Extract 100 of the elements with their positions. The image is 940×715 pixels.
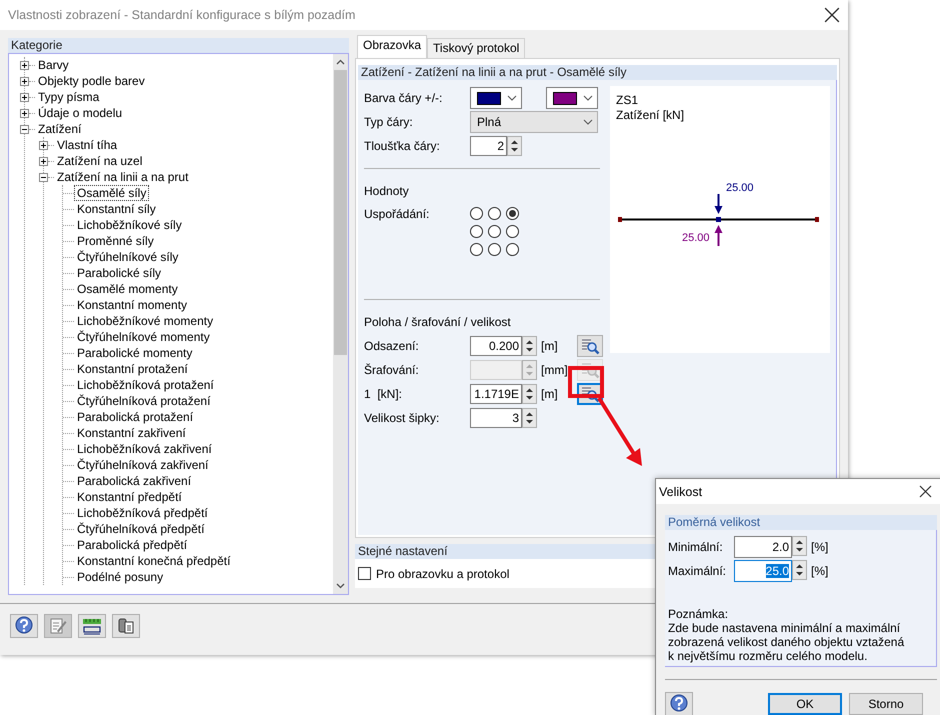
tree-item[interactable]: Čtyřúhelníkové momenty [74,329,213,345]
tree-item[interactable]: Konstantní konečná předpětí [74,553,234,569]
field-label: Uspořádání: [364,207,430,221]
radio-button[interactable] [488,207,501,220]
tree-item[interactable]: Zatížení na uzel [54,153,146,169]
expand-icon[interactable] [20,60,29,70]
tree-item[interactable]: Čtyřúhelníková protažení [74,393,214,409]
expand-icon[interactable] [20,92,29,102]
spin-buttons[interactable] [507,136,522,156]
tree-item[interactable]: Parabolické síly [74,265,164,281]
tree-item[interactable]: Čtyřúhelníkové síly [74,249,182,265]
field-label: Šrafování: [364,363,420,377]
tree-item[interactable]: Lichoběžníkové síly [74,217,185,233]
spinner-field[interactable]: 25.0 [734,560,792,582]
tree-item[interactable]: Konstantní zakřivení [74,425,189,441]
toolbar-button[interactable] [78,614,106,638]
ruler-icon [81,616,103,636]
tree-item[interactable]: Čtyřúhelníková předpětí [74,521,208,537]
expand-icon[interactable] [20,108,29,118]
radio-button[interactable] [488,225,501,238]
radio-button[interactable] [470,243,483,256]
tree-item[interactable]: Údaje o modelu [35,105,126,121]
checkbox[interactable] [358,567,371,580]
tab[interactable]: Tiskový protokol [427,38,526,58]
expand-icon[interactable] [39,156,48,166]
tree-item[interactable]: Konstantní momenty [74,297,190,313]
scroll-down-icon[interactable] [336,583,345,589]
radio-button[interactable] [506,225,519,238]
tree-item[interactable]: Typy písma [35,89,102,105]
tree-item[interactable]: Konstantní síly [74,201,159,217]
spinner-field[interactable]: 2 [470,136,507,156]
field-label: 1 [kN]: [364,387,404,401]
tree-item[interactable]: Čtyřúhelníková zakřivení [74,457,212,473]
load-value: 25.00 [682,232,710,244]
toolbar-button[interactable] [112,614,140,638]
tree-item[interactable]: Zatížení na linii a na prut [54,169,192,185]
magnifier-icon [580,361,600,379]
unit-label: [m] [540,339,559,353]
radio-button[interactable] [470,225,483,238]
tree-item[interactable]: Lichoběžníková protažení [74,377,217,393]
note-title: Poznámka: [668,607,730,621]
spin-buttons[interactable] [522,336,537,356]
close-icon[interactable] [824,7,840,23]
dialog-button[interactable]: Storno [849,693,923,715]
field-label: Barva čáry +/-: [364,91,444,105]
unit-label: [mm] [540,363,569,377]
tree-item[interactable]: Objekty podle barev [35,73,148,89]
collapse-icon[interactable] [39,172,48,182]
color-dropdown[interactable] [546,87,598,109]
tab[interactable]: Obrazovka [357,35,428,58]
expand-icon[interactable] [20,76,29,86]
color-dropdown[interactable] [470,87,522,109]
tree-item[interactable]: Lichoběžníková zakřivení [74,441,215,457]
radio-button[interactable] [506,207,519,220]
radio-button[interactable] [488,243,501,256]
spin-buttons[interactable] [792,536,807,556]
spin-buttons[interactable] [792,560,807,580]
tree-item[interactable]: Podélné posuny [74,569,166,585]
spinner-field[interactable]: 3 [470,408,522,428]
tree-item[interactable]: Proměnné síly [74,233,157,249]
radio-button[interactable] [506,243,519,256]
tree-item[interactable]: Lichoběžníková předpětí [74,505,211,521]
dialog-title: Velikost [659,484,702,498]
window-title: Vlastnosti zobrazení - Standardní konfigurace s bílým pozadím [8,8,356,22]
spinner-field[interactable]: 0.200 [470,336,522,356]
scrollbar[interactable] [332,54,348,594]
spin-buttons[interactable] [522,408,537,428]
dialog-button[interactable]: OK [768,693,842,715]
scroll-up-icon[interactable] [336,59,345,65]
spinner-field[interactable]: 1.1719E [470,384,522,404]
close-icon[interactable] [919,485,932,498]
help-icon [14,616,34,636]
group-header: Poměrná velikost [665,515,937,530]
tree-item[interactable]: Barvy [35,57,72,73]
tree-item[interactable]: Osamělé momenty [74,281,181,297]
tree-item[interactable]: Parabolická předpětí [74,537,190,553]
magnifier-icon [580,337,600,355]
tree-item[interactable]: Konstantní protažení [74,361,191,377]
tree-item[interactable]: Zatížení [35,121,84,137]
toolbar-button[interactable] [10,614,38,638]
radio-button[interactable] [470,207,483,220]
spinner-field[interactable]: 2.0 [734,536,792,558]
tree-item[interactable]: Parabolické momenty [74,345,196,361]
spin-buttons[interactable] [522,384,537,404]
line-type-dropdown[interactable]: Plná [470,111,598,133]
tree-item[interactable]: Vlastní tíha [54,137,120,153]
tree-item[interactable]: Osamělé síly [74,185,150,201]
tree-item[interactable]: Konstantní předpětí [74,489,185,505]
magnifier-icon [580,385,600,403]
zoom-button[interactable] [577,335,603,357]
pointer-arrow [597,396,642,466]
document-icon [116,616,136,636]
tree-item[interactable]: Parabolická zakřivení [74,473,194,489]
caret-icon [507,95,517,101]
field-label: Velikost šipky: [364,411,440,425]
expand-icon[interactable] [39,140,48,150]
help-button[interactable] [665,692,693,715]
collapse-icon[interactable] [20,124,29,134]
tree-item[interactable]: Lichoběžníkové momenty [74,313,216,329]
tree-item[interactable]: Parabolická protažení [74,409,196,425]
